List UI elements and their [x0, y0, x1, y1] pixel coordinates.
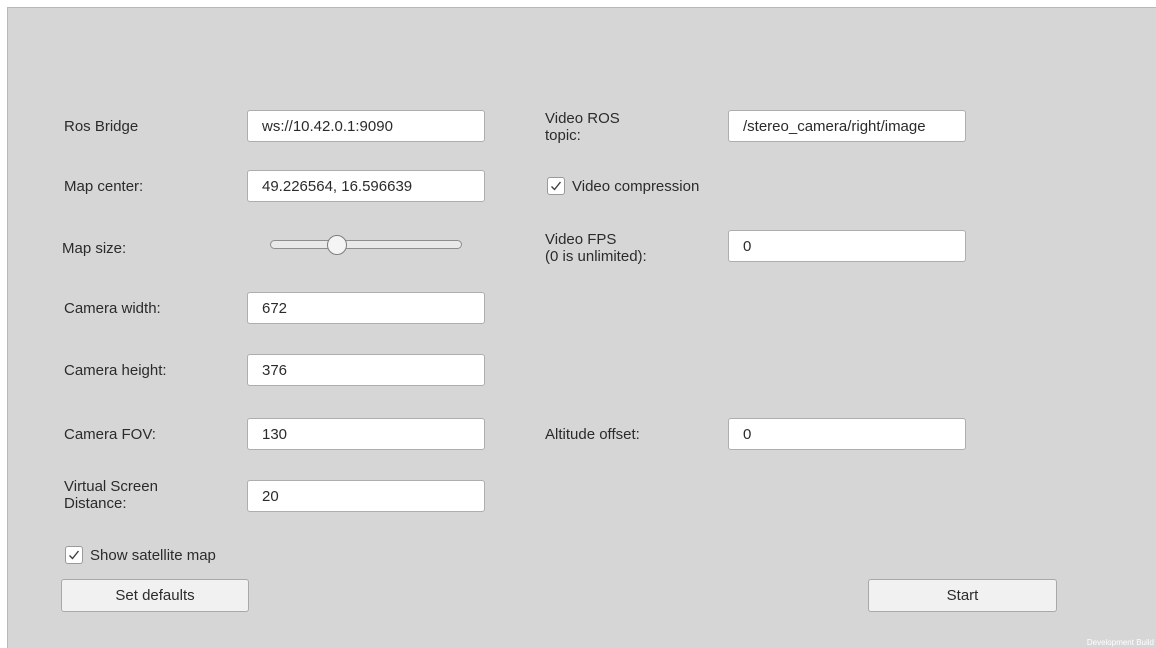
video-compression-checkbox[interactable] — [547, 177, 565, 195]
virtual-screen-distance-input[interactable] — [247, 480, 485, 512]
camera-height-label: Camera height: — [64, 362, 167, 379]
camera-width-input[interactable] — [247, 292, 485, 324]
camera-fov-input[interactable] — [247, 418, 485, 450]
virtual-screen-distance-label: Virtual Screen Distance: — [64, 478, 158, 512]
ros-bridge-input[interactable] — [247, 110, 485, 142]
altitude-offset-input[interactable] — [728, 418, 966, 450]
camera-height-input[interactable] — [247, 354, 485, 386]
video-ros-topic-label-line2: topic: — [545, 127, 581, 144]
video-fps-input[interactable] — [728, 230, 966, 262]
video-compression-label: Video compression — [572, 178, 700, 195]
ros-bridge-label: Ros Bridge — [64, 118, 139, 135]
map-center-input[interactable] — [247, 170, 485, 202]
show-satellite-map-checkbox[interactable] — [65, 546, 83, 564]
camera-fov-label: Camera FOV: — [64, 426, 156, 443]
map-size-slider-handle[interactable] — [327, 235, 347, 255]
map-size-label: Map size: — [62, 240, 127, 257]
map-size-slider-track[interactable] — [270, 240, 462, 249]
start-button[interactable]: Start — [868, 579, 1057, 612]
set-defaults-button[interactable]: Set defaults — [61, 579, 249, 612]
video-ros-topic-label-line1: Video ROS — [545, 110, 620, 127]
map-center-label: Map center: — [64, 178, 144, 195]
video-ros-topic-label: Video ROS topic: — [545, 110, 620, 144]
show-satellite-map-label: Show satellite map — [90, 547, 216, 564]
virtual-screen-distance-label-line2: Distance: — [64, 495, 127, 512]
video-fps-label-line1: Video FPS — [545, 231, 617, 248]
virtual-screen-distance-label-line1: Virtual Screen — [64, 478, 158, 495]
altitude-offset-label: Altitude offset: — [545, 426, 640, 443]
camera-width-label: Camera width: — [64, 300, 161, 317]
video-fps-label-line2: (0 is unlimited): — [545, 248, 647, 265]
development-build-watermark: Development Build — [1086, 638, 1154, 647]
video-ros-topic-input[interactable] — [728, 110, 966, 142]
checkmark-icon — [551, 181, 562, 191]
video-fps-label: Video FPS (0 is unlimited): — [545, 231, 647, 265]
checkmark-icon — [69, 550, 80, 560]
